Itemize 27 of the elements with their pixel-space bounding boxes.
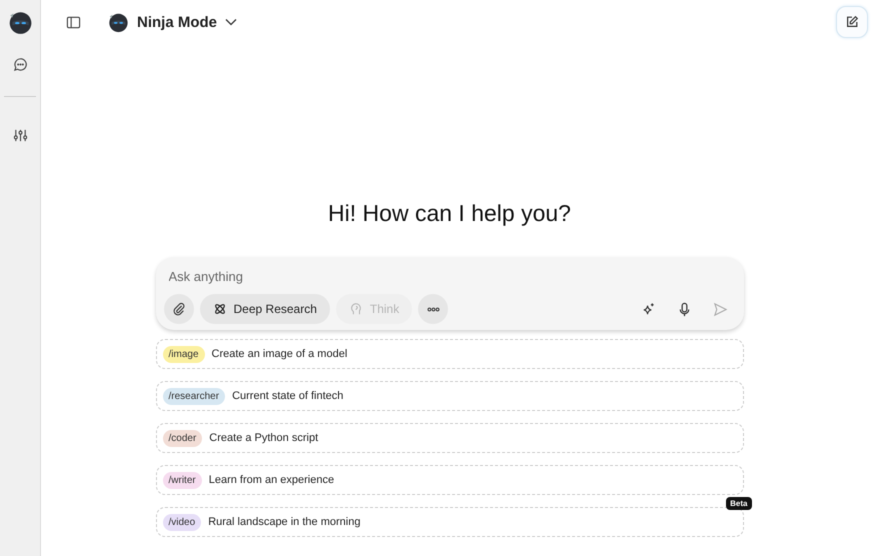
suggestion-item[interactable]: /image Create an image of a model [156,339,744,369]
mode-selector[interactable]: Ninja Mode [107,11,238,33]
command-tag: /image [162,346,205,362]
suggestion-text: Learn from an experience [208,474,334,486]
attach-paperclip-icon[interactable] [164,294,194,324]
suggestion-item[interactable]: /writer Learn from an experience [156,465,744,495]
suggestion-text: Rural landscape in the morning [208,516,360,528]
more-options-icon[interactable] [418,294,448,324]
chevron-down-icon [225,18,238,26]
command-tag: /video [162,514,202,530]
new-chat-button[interactable] [836,6,868,38]
ninja-avatar-icon [107,11,129,33]
suggestion-text: Create an image of a model [212,348,348,360]
greeting-heading: Hi! How can I help you? [327,200,572,227]
command-tag: /researcher [162,388,226,404]
deep-research-button[interactable]: Deep Research [200,294,330,324]
suggestion-item[interactable]: /coder Create a Python script [156,423,744,453]
command-tag: /coder [162,430,202,446]
suggestion-text: Current state of fintech [232,390,344,402]
edit-icon [845,15,859,29]
suggestion-text: Create a Python script [209,432,318,444]
suggestion-item[interactable]: /researcher Current state of fintech [156,381,744,411]
atom-icon [212,302,226,316]
suggestion-item[interactable]: /video Rural landscape in the morning [156,507,744,537]
command-tag: /writer [162,472,202,488]
beta-badge: Beta [726,497,752,510]
head-icon [348,302,363,316]
